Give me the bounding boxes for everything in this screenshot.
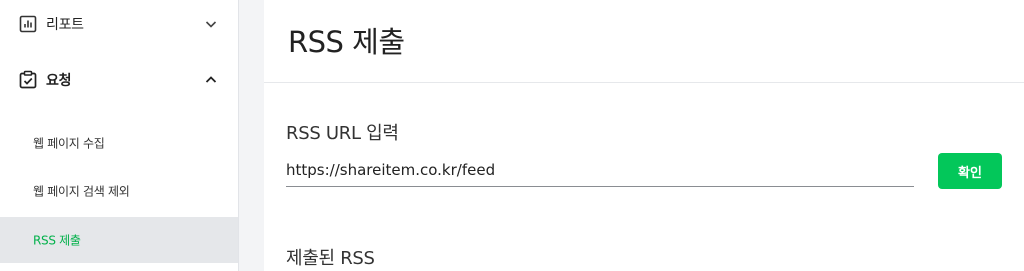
sidebar-group-request-label: 요청	[46, 73, 72, 89]
confirm-button[interactable]: 확인	[938, 153, 1002, 189]
sidebar: 리포트 요청 웹 페이지 수집 웹 페이지 검색 제외 RSS 제출	[0, 0, 239, 271]
sidebar-group-request[interactable]: 요청	[0, 56, 238, 104]
sidebar-group-report[interactable]: 리포트	[0, 0, 238, 48]
rss-url-input[interactable]	[286, 153, 914, 187]
sidebar-item-label: 웹 페이지 검색 제외	[33, 184, 130, 199]
rss-url-section-label: RSS URL 입력	[286, 123, 399, 144]
sidebar-item-rss-submit[interactable]: RSS 제출	[0, 217, 238, 263]
page-title: RSS 제출	[288, 25, 405, 59]
sidebar-item-label: 웹 페이지 수집	[33, 136, 105, 151]
sidebar-item-web-page-collect[interactable]: 웹 페이지 수집	[0, 120, 238, 166]
chevron-down-icon	[205, 21, 217, 28]
chevron-up-icon	[205, 76, 217, 83]
submitted-rss-section-label: 제출된 RSS	[286, 248, 375, 269]
sidebar-item-web-page-search-exclude[interactable]: 웹 페이지 검색 제외	[0, 168, 238, 214]
main-content: RSS 제출 RSS URL 입력 확인 제출된 RSS	[264, 0, 1024, 271]
sidebar-item-label: RSS 제출	[33, 233, 81, 248]
sidebar-group-report-label: 리포트	[46, 17, 84, 33]
bar-chart-icon	[19, 15, 37, 33]
clipboard-check-icon	[19, 70, 37, 89]
header-divider	[264, 82, 1024, 83]
